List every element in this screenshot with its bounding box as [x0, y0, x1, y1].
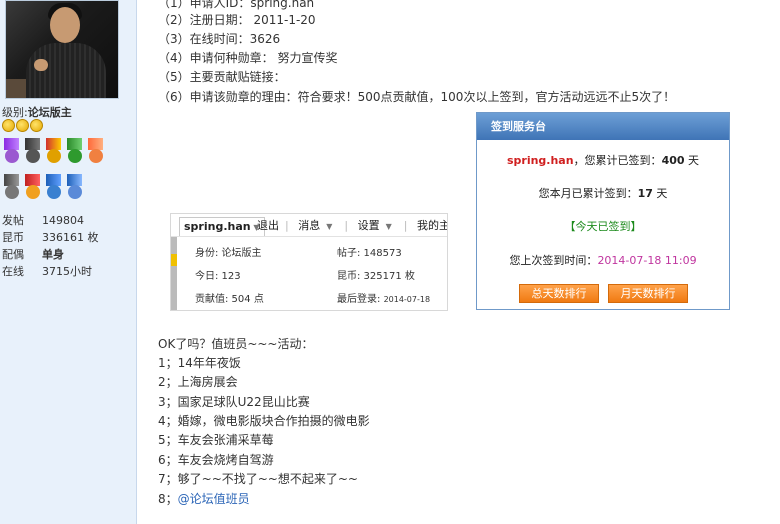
user-stats: 发帖 149804 昆币 336161 枚 配偶 单身 在线 3715小时 — [2, 212, 132, 280]
stat-key: 昆币 — [2, 231, 24, 244]
sign-in-panel: 签到服务台 spring.han，您累计已签到：400 天 您本月已累计签到：1… — [476, 112, 730, 310]
stat-online: 在线 3715小时 — [2, 263, 132, 280]
settings-menu[interactable]: 设置 ▼ — [358, 219, 398, 232]
today-count: 今日: 123 — [195, 271, 241, 282]
rank-star-icon — [16, 119, 29, 132]
total-signin-label: ，您累计已签到： — [573, 154, 662, 167]
stat-key: 在线 — [2, 265, 24, 278]
month-days-ranking-button[interactable]: 月天数排行 — [608, 284, 688, 303]
messages-menu[interactable]: 消息 ▼ — [298, 219, 338, 232]
user-level: 级别:论坛版主 — [2, 104, 72, 120]
avatar[interactable] — [5, 0, 119, 99]
username-label: spring.han — [184, 220, 251, 233]
level-label: 级别: — [2, 106, 28, 119]
medal-row-2 — [2, 174, 84, 202]
activity-number: 8； — [158, 492, 178, 506]
posts-count: 帖子: 148573 — [337, 248, 402, 259]
medal-icon[interactable] — [23, 174, 42, 202]
medal-icon[interactable] — [86, 138, 105, 166]
application-line: （3）在线时间：3626 — [158, 32, 281, 46]
separator: | — [403, 219, 408, 232]
my-topics-link[interactable]: 我的主题 — [417, 219, 447, 232]
application-line: （5）主要贡献贴链接： — [158, 70, 286, 84]
total-days-ranking-button[interactable]: 总天数排行 — [519, 284, 599, 303]
contribution-count: 贡献值: 504 点 — [195, 294, 264, 305]
application-line: （6）申请该勋章的理由：符合要求！500点贡献值，100次以上签到，官方活动远远… — [158, 90, 676, 104]
profile-card-left-edge — [171, 237, 177, 310]
messages-label: 消息 — [298, 219, 321, 232]
month-signin-days: 17 — [637, 187, 653, 200]
last-login-date: 2014-07-18 — [383, 295, 431, 304]
application-line: （4）申请何种勋章： 努力宣传奖 — [158, 51, 338, 65]
chevron-down-icon: ▼ — [385, 222, 392, 231]
stat-posts: 发帖 149804 — [2, 212, 132, 229]
profile-card-nav: 退出| 消息▼| 设置▼| 我的主题| 我 — [257, 217, 447, 235]
signin-username: spring.han — [506, 154, 574, 167]
stat-value: 单身 — [42, 248, 64, 261]
activity-item: 8；@论坛值班员 — [158, 490, 250, 509]
avatar-head — [50, 7, 80, 43]
stat-value: 3715小时 — [42, 265, 92, 278]
settings-label: 设置 — [357, 219, 380, 232]
activity-item: 5；车友会张浦采草莓 — [158, 433, 274, 447]
separator: | — [344, 219, 349, 232]
stat-coins: 昆币 336161 枚 — [2, 229, 132, 246]
avatar-suit — [26, 43, 106, 98]
level-value: 论坛版主 — [27, 106, 72, 119]
rank-star-icon — [2, 119, 15, 132]
activities-heading: OK了吗？值班员~~~活动： — [158, 337, 314, 351]
last-signin-line: 您上次签到时间：2014-07-18 11:09 — [477, 252, 729, 268]
separator: | — [285, 219, 289, 232]
activity-item: 1；14年年夜饭 — [158, 356, 241, 370]
medal-icon[interactable] — [23, 138, 42, 166]
logout-link[interactable]: 退出 — [257, 219, 279, 232]
medal-icon[interactable] — [2, 174, 21, 202]
folder-icon — [171, 254, 177, 266]
identity-text: 身份: 论坛版主 — [195, 248, 262, 259]
month-signin-label: 您本月已累计签到： — [538, 187, 638, 200]
last-login: 最后登录: 2014-07-18 — [337, 290, 430, 305]
activity-item: 7；够了~~不找了~~想不起来了~~ — [158, 472, 358, 486]
medal-icon[interactable] — [65, 174, 84, 202]
medal-icon[interactable] — [65, 138, 84, 166]
activity-item: 3；国家足球队U22昆山比赛 — [158, 395, 310, 409]
medal-icon[interactable] — [44, 174, 63, 202]
medal-icon[interactable] — [44, 138, 63, 166]
last-login-label: 最后登录: — [337, 294, 381, 305]
chevron-down-icon: ▼ — [326, 222, 333, 231]
stat-value: 149804 — [42, 214, 84, 227]
total-signin-line: spring.han，您累计已签到：400 天 — [477, 152, 729, 168]
activity-item: 6；车友会烧烤自驾游 — [158, 453, 274, 467]
stat-value: 336161 枚 — [42, 231, 99, 244]
username-tab[interactable]: spring.han ▼ — [179, 217, 265, 236]
activity-item: 4；婚嫁，微电影版块合作拍摄的微电影 — [158, 414, 370, 428]
stat-key: 配偶 — [2, 248, 24, 261]
rank-stars — [2, 119, 43, 132]
user-sidebar: 级别:论坛版主 发帖 149804 昆币 336161 枚 配偶 单身 在线 3715小… — [0, 0, 137, 524]
avatar-hand — [34, 59, 48, 71]
activity-item: 2；上海房展会 — [158, 375, 238, 389]
month-signin-line: 您本月已累计签到：17 天 — [477, 185, 729, 201]
mention-link[interactable]: @论坛值班员 — [178, 492, 250, 506]
profile-card-screenshot: spring.han ▼ 退出| 消息▼| 设置▼| 我的主题| 我 身份: 论… — [170, 213, 448, 311]
today-signin-status: 【今天已签到】 — [564, 220, 642, 233]
application-line: （2）注册日期： 2011-1-20 — [158, 13, 316, 27]
medal-row-1 — [2, 138, 105, 166]
last-signin-time: 2014-07-18 11:09 — [597, 254, 697, 267]
last-signin-label: 您上次签到时间： — [509, 254, 598, 267]
month-signin-unit: 天 — [656, 187, 668, 200]
total-signin-unit: 天 — [688, 154, 700, 167]
medal-icon[interactable] — [2, 138, 21, 166]
stat-key: 发帖 — [2, 214, 24, 227]
rank-star-icon — [30, 119, 43, 132]
total-signin-days: 400 — [661, 154, 685, 167]
sign-in-panel-title: 签到服务台 — [477, 113, 729, 140]
stat-spouse: 配偶 单身 — [2, 246, 132, 263]
coins-count: 昆币: 325171 枚 — [337, 271, 415, 282]
